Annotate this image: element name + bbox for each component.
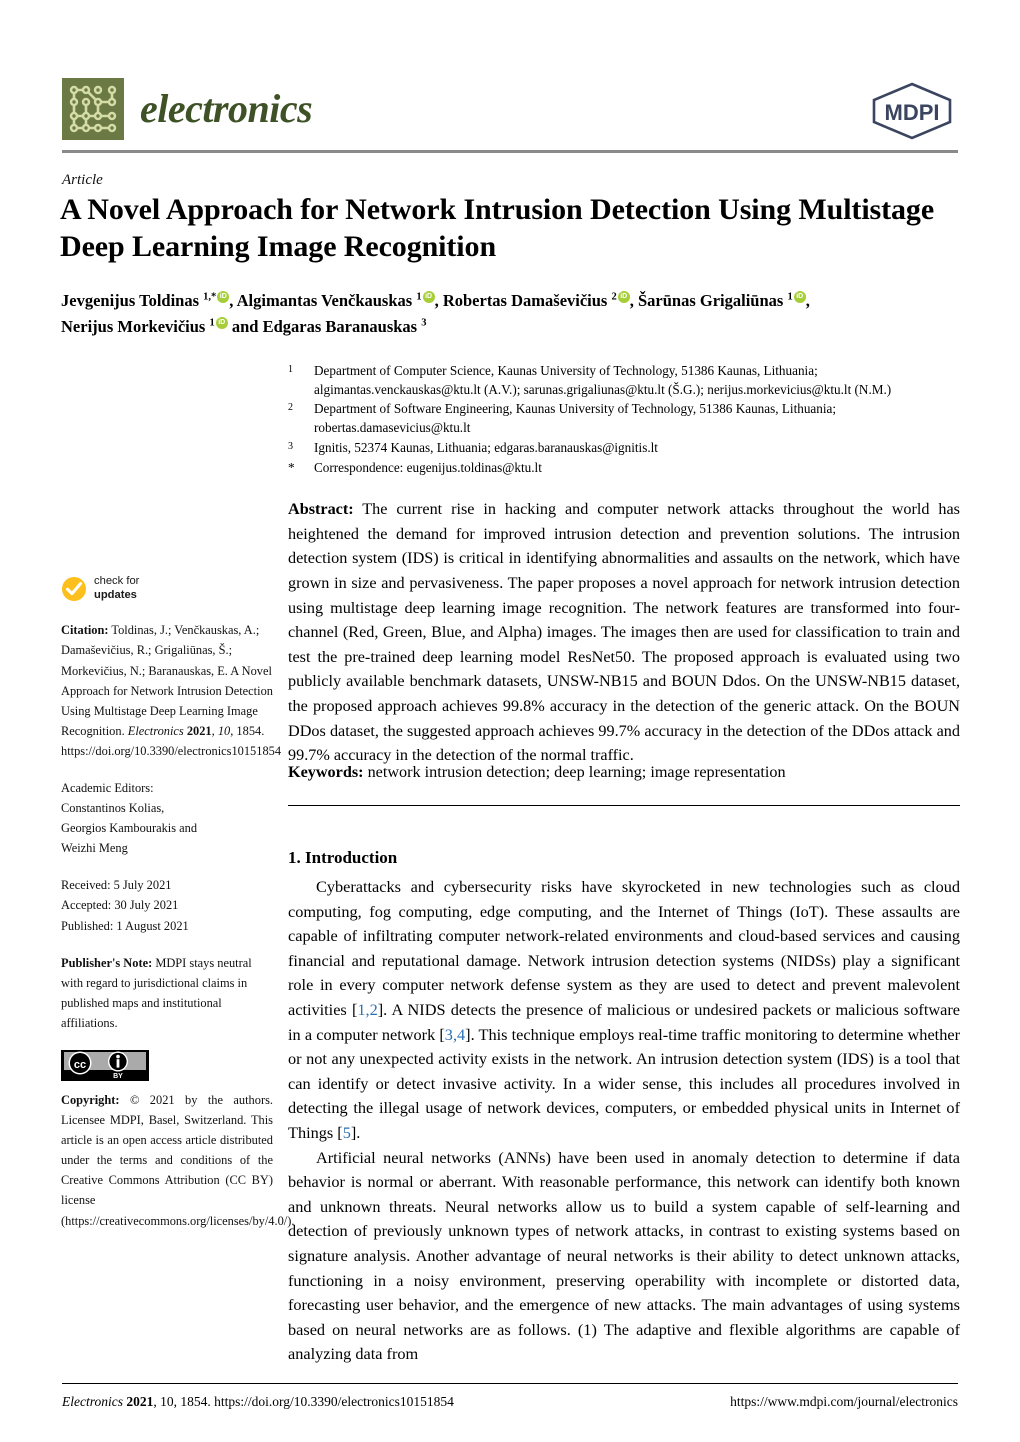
page-footer: Electronics 2021, 10, 1854. https://doi.… [62,1394,958,1410]
affiliation-item: 2 Department of Software Engineering, Ka… [288,400,960,437]
academic-editors-block: Academic Editors: Constantinos Kolias, G… [61,778,273,858]
editor-name: Georgios Kambourakis and [61,821,198,836]
paragraph: Cyberattacks and cybersecurity risks hav… [288,875,960,1146]
svg-text:cc: cc [74,1059,86,1071]
published-date: Published: 1 August 2021 [61,918,189,933]
page-title: A Novel Approach for Network Intrusion D… [60,193,935,263]
citation-text: Toldinas, J.; Venčkauskas, A.; Damaševič… [61,623,273,738]
svg-text:BY: BY [113,1073,123,1080]
citation-year: 2021 [183,723,212,738]
check-for-updates-badge[interactable]: check for updates [61,575,273,602]
keywords-label: Keywords: [288,763,364,781]
header-divider [62,150,958,153]
footer-citation: Electronics 2021, 10, 1854. https://doi.… [62,1394,454,1410]
citation-link[interactable]: 1,2 [357,1000,377,1019]
author-affiliation-marker: 1,* [203,291,217,303]
footer-journal-url[interactable]: https://www.mdpi.com/journal/electronics [730,1394,958,1410]
dates-block: Received: 5 July 2021 Accepted: 30 July … [61,875,273,935]
mdpi-wordmark: MDPI [885,100,940,125]
affiliation-marker: 3 [288,440,293,452]
copyright-label: Copyright: [61,1093,120,1107]
orcid-icon[interactable] [215,316,228,329]
circuit-board-icon [62,78,124,140]
affiliation-text: Department of Computer Science, Kaunas U… [314,363,892,397]
author-separator: , Robertas Damaševičius [434,291,612,310]
publisher-note-block: Publisher's Note: MDPI stays neutral wit… [61,953,273,1033]
footer-reference: , 10, 1854. https://doi.org/10.3390/elec… [153,1394,454,1409]
sidebar: check for updates Citation: Toldinas, J.… [61,575,294,1231]
affiliation-marker: 1 [288,364,293,375]
correspondence-text: Correspondence: eugenijus.toldinas@ktu.l… [314,459,542,475]
cfu-line-2: updates [94,588,137,601]
section-heading-introduction: 1. Introduction [288,848,398,867]
author-separator: and Edgaras Baranauskas [227,316,422,336]
journal-logo: electronics [62,78,313,140]
copyright-text: © 2021 by the authors. Licensee MDPI, Ba… [61,1093,295,1228]
affiliation-list: 1 Department of Computer Science, Kaunas… [288,362,960,478]
affiliation-text: Department of Software Engineering, Kaun… [314,401,837,436]
author-list: Jevgenijus Toldinas 1,* , Algimantas Venč… [61,288,961,339]
citation-journal: Electronics [127,723,184,738]
creative-commons-icon[interactable]: cc BY [61,1050,149,1081]
publisher-note-label: Publisher's Note: [61,955,153,970]
orcid-icon[interactable] [793,291,806,303]
author-affiliation-marker: 1 [209,317,215,329]
keywords-text: network intrusion detection; deep learni… [363,763,786,781]
author-affiliation-marker: 2 [611,291,617,303]
article-type-label: Article [62,172,103,188]
author-separator: , [805,291,810,310]
abstract-divider [288,805,960,806]
cfu-line-1: check for [94,575,140,587]
footer-divider [62,1383,958,1384]
citation-pages: , 1854. [230,723,265,738]
abstract-label: Abstract: [288,500,354,518]
footer-year: 2021 [122,1394,154,1409]
orcid-icon[interactable] [617,291,630,303]
citation-link[interactable]: 3,4 [445,1025,465,1044]
citation-doi[interactable]: https://doi.org/10.3390/electronics10151… [61,744,281,758]
affiliation-item: 3 Ignitis, 52374 Kaunas, Lithuania; edga… [288,439,960,458]
paragraph: Artificial neural networks (ANNs) have b… [288,1147,960,1364]
orcid-icon[interactable] [422,291,435,303]
received-date: Received: 5 July 2021 [61,878,172,893]
mdpi-logo: MDPI [866,80,958,142]
author-separator: , Šarūnas Grigaliūnas [629,291,788,310]
accepted-date: Accepted: 30 July 2021 [61,898,179,913]
correspondence-marker: * [288,459,295,475]
introduction-body: Cyberattacks and cybersecurity risks hav… [288,875,960,1367]
orcid-icon[interactable] [217,291,230,303]
author-name: Nerijus Morkevičius [61,316,210,336]
abstract-text: The current rise in hacking and computer… [288,500,960,765]
copyright-block: Copyright: © 2021 by the authors. Licens… [61,1090,294,1231]
citation-block: Citation: Toldinas, J.; Venčkauskas, A.;… [61,620,281,761]
abstract-section: Abstract: The current rise in hacking an… [288,497,960,768]
affiliation-marker: 2 [288,402,293,414]
correspondence-item: * Correspondence: eugenijus.toldinas@ktu… [288,459,960,478]
author-separator: , Algimantas Venčkauskas [229,291,417,310]
author-affiliation-marker: 1 [787,291,793,303]
journal-header: electronics MDPI [62,78,958,144]
academic-editors-label: Academic Editors: [61,780,154,795]
author-name: Jevgenijus Toldinas [61,291,204,310]
keywords-section: Keywords: network intrusion detection; d… [288,760,960,784]
author-affiliation-marker: 3 [421,317,427,329]
editor-name: Constantinos Kolias, [61,801,165,816]
affiliation-item: 1 Department of Computer Science, Kaunas… [288,362,960,399]
citation-volume: , 10 [211,723,231,738]
citation-label: Citation: [61,623,109,638]
paragraph-text: ]. [350,1122,361,1142]
author-affiliation-marker: 1 [416,291,422,303]
editor-name: Weizhi Meng [61,841,128,856]
affiliation-text: Ignitis, 52374 Kaunas, Lithuania; edgara… [314,439,658,455]
paragraph-text: Cyberattacks and cybersecurity risks hav… [288,877,960,1019]
paper-page: electronics MDPI Article A Novel Approac… [0,0,1020,1442]
footer-journal: Electronics [62,1394,123,1409]
journal-name: electronics [140,86,313,131]
check-circle-icon [61,576,87,602]
check-for-updates-label: check for updates [94,575,139,602]
citation-link[interactable]: 5 [343,1123,351,1142]
